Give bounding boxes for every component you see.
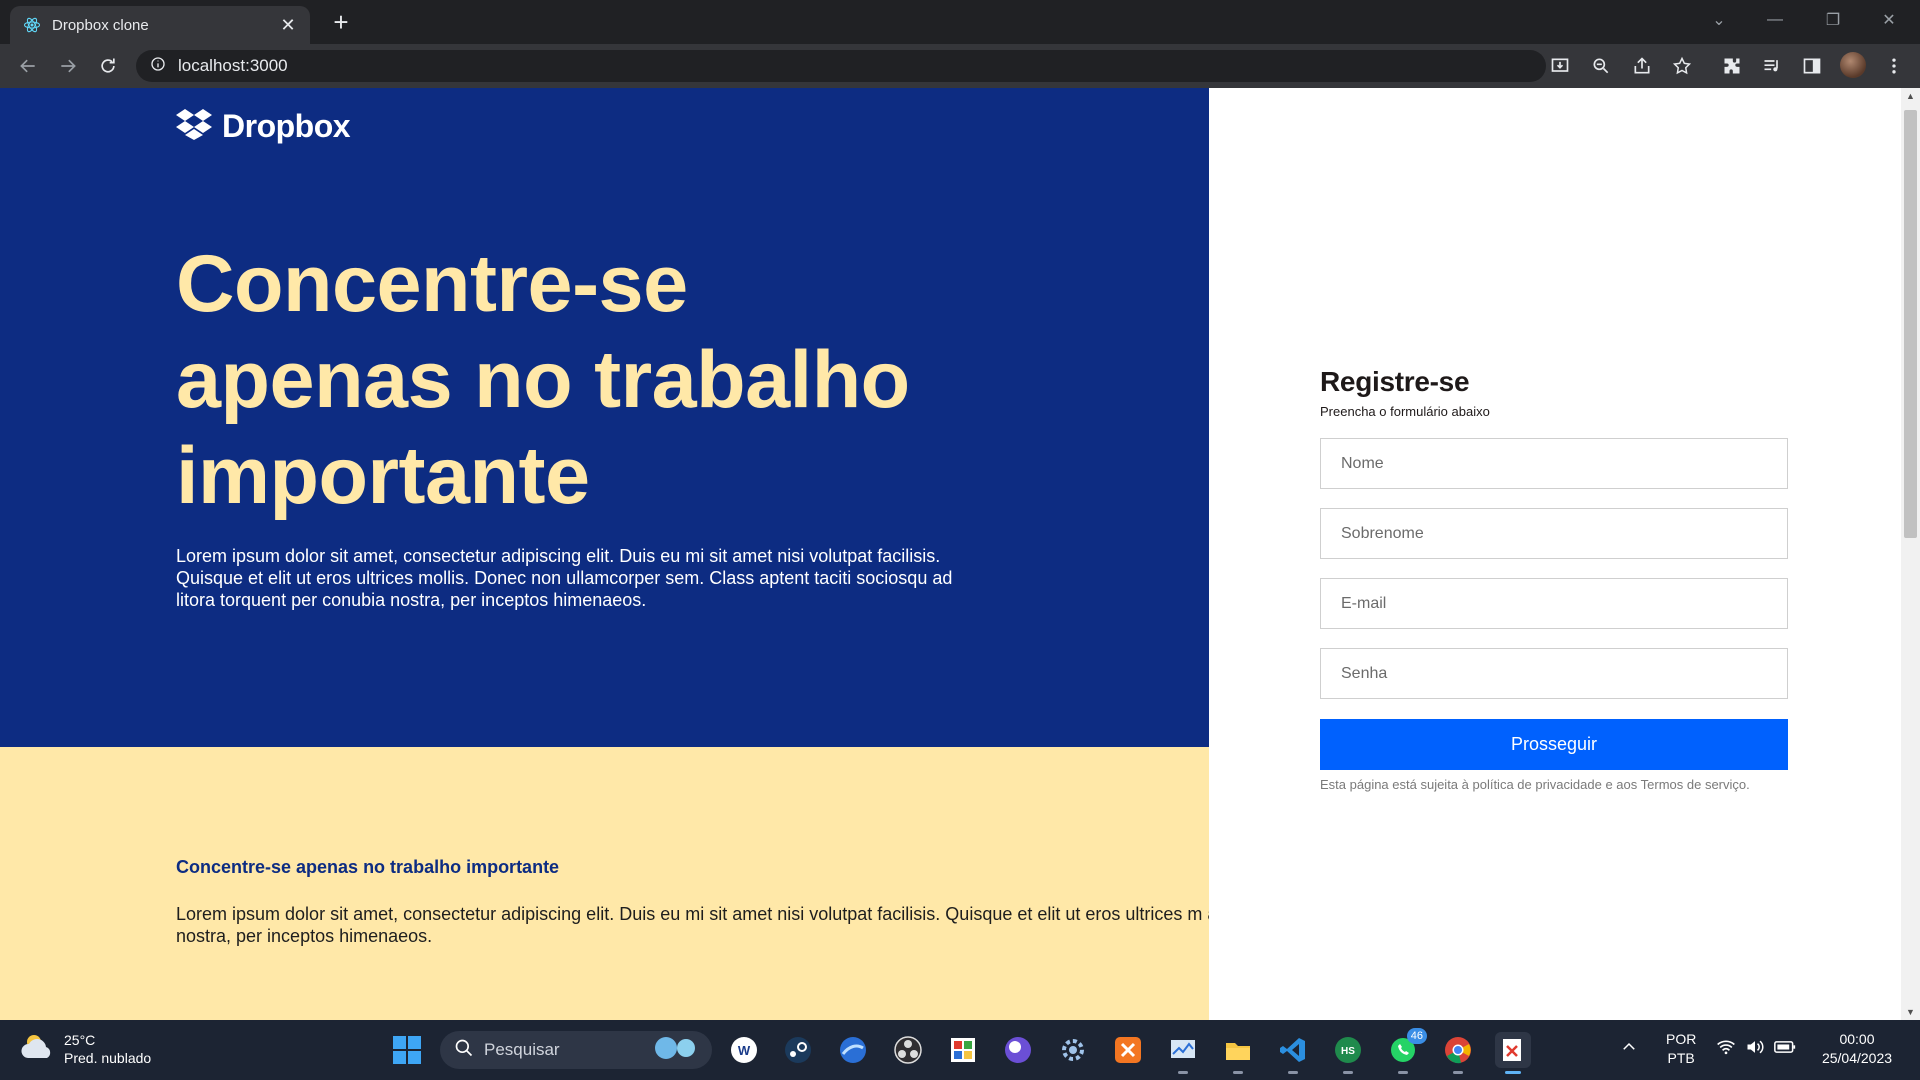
battery-icon[interactable]: [1774, 1038, 1796, 1061]
search-label: Pesquisar: [484, 1040, 560, 1059]
keyboard-layout: PTB: [1667, 1050, 1695, 1066]
close-window-icon[interactable]: ✕: [1866, 0, 1912, 40]
browser-titlebar: Dropbox clone ✕ + ⌄ — ❐ ✕: [0, 0, 1920, 44]
bookmark-star-icon[interactable]: [1668, 52, 1696, 80]
logo-text: Dropbox: [222, 108, 351, 144]
vscode-icon[interactable]: [1275, 1032, 1311, 1074]
monitor-icon[interactable]: [1165, 1032, 1201, 1074]
browser-toolbar: localhost:3000: [0, 44, 1920, 88]
scroll-up-icon[interactable]: ▲: [1901, 88, 1920, 104]
url-text: localhost:3000: [178, 56, 288, 75]
profile-avatar[interactable]: [1840, 52, 1866, 78]
feature-paragraph: Lorem ipsum dolor sit amet, consectetur …: [176, 904, 1209, 946]
browser-icon[interactable]: [835, 1032, 871, 1068]
taskbar-search[interactable]: Pesquisar: [440, 1031, 712, 1069]
feature-title: Concentre-se apenas no trabalho importan…: [176, 857, 560, 877]
page-viewport: Dropbox Concentre-se apenas no trabalho …: [0, 88, 1920, 1020]
zoom-icon[interactable]: [1587, 52, 1615, 80]
active-indicator: [1505, 1071, 1521, 1074]
chrome-icon[interactable]: [1440, 1032, 1476, 1074]
running-indicator: [1233, 1071, 1243, 1074]
running-indicator: [1453, 1071, 1463, 1074]
scrollbar-thumb[interactable]: [1904, 110, 1917, 538]
steam-icon[interactable]: [780, 1032, 816, 1068]
minimize-icon[interactable]: —: [1752, 0, 1798, 40]
search-highlight-icon: [648, 1033, 704, 1068]
dropbox-logo[interactable]: Dropbox: [176, 108, 351, 145]
language-indicator[interactable]: POR PTB: [1666, 1030, 1696, 1068]
chevron-up-icon[interactable]: [1620, 1038, 1638, 1061]
email-input[interactable]: [1320, 578, 1788, 629]
submit-button[interactable]: Prosseguir: [1320, 719, 1788, 770]
tab-title: Dropbox clone: [52, 16, 149, 34]
weather-desc: Pred. nublado: [64, 1049, 152, 1066]
clock-date: 25/04/2023: [1821, 1050, 1893, 1066]
feature-section: Concentre-se apenas no trabalho importan…: [0, 747, 1209, 1020]
hero-headline: Concentre-se apenas no trabalho importan…: [176, 239, 910, 521]
weather-widget[interactable]: 25°C Pred. nublado: [20, 1030, 151, 1067]
paint-icon[interactable]: [945, 1032, 981, 1068]
snipping-icon[interactable]: [1495, 1032, 1531, 1074]
vpn-icon[interactable]: W: [726, 1032, 762, 1068]
tab-search-icon[interactable]: ⌄: [1696, 0, 1742, 40]
first-name-input[interactable]: [1320, 438, 1788, 489]
volume-icon[interactable]: [1745, 1038, 1765, 1061]
hs-icon[interactable]: HS: [1330, 1032, 1366, 1074]
search-icon: [454, 1038, 474, 1063]
form-subtitle: Preencha o formulário abaixo: [1320, 404, 1490, 419]
weather-temp: 25°C: [64, 1031, 96, 1048]
svg-text:W: W: [738, 1043, 751, 1058]
obs-icon[interactable]: [890, 1032, 926, 1068]
form-title: Registre-se: [1320, 366, 1470, 397]
wifi-icon[interactable]: [1716, 1038, 1736, 1061]
orb-icon[interactable]: [1000, 1032, 1036, 1068]
cloudy-weather-icon: [20, 1030, 56, 1067]
hero-paragraph: Lorem ipsum dolor sit amet, consectetur …: [176, 546, 953, 610]
media-control-icon[interactable]: [1758, 52, 1786, 80]
extensions-icon[interactable]: [1718, 52, 1746, 80]
back-icon[interactable]: [14, 52, 42, 80]
browser-tab[interactable]: Dropbox clone ✕: [10, 6, 310, 44]
windows-start-icon[interactable]: [389, 1032, 425, 1068]
install-icon[interactable]: [1546, 52, 1574, 80]
reload-icon[interactable]: [94, 52, 122, 80]
new-tab-icon[interactable]: +: [326, 8, 356, 38]
hero-section: Dropbox Concentre-se apenas no trabalho …: [0, 88, 1209, 747]
running-indicator: [1288, 1071, 1298, 1074]
xampp-icon[interactable]: [1110, 1032, 1146, 1068]
menu-kebab-icon[interactable]: [1880, 52, 1908, 80]
side-panel-icon[interactable]: [1798, 52, 1826, 80]
last-name-input[interactable]: [1320, 508, 1788, 559]
address-bar[interactable]: localhost:3000: [136, 50, 1546, 82]
share-icon[interactable]: [1628, 52, 1656, 80]
running-indicator: [1398, 1071, 1408, 1074]
register-form: Registre-se Preencha o formulário abaixo…: [1320, 366, 1788, 794]
gear-app-icon[interactable]: [1055, 1032, 1091, 1068]
svg-text:HS: HS: [1341, 1046, 1355, 1057]
page-scrollbar[interactable]: ▲ ▼: [1901, 88, 1920, 1020]
register-panel: Registre-se Preencha o formulário abaixo…: [1209, 88, 1901, 1020]
language-code: POR: [1666, 1031, 1697, 1047]
file-explorer-icon[interactable]: [1220, 1032, 1256, 1074]
clock-time: 00:00: [1839, 1031, 1875, 1047]
whatsapp-icon[interactable]: 46: [1385, 1028, 1427, 1074]
running-indicator: [1343, 1071, 1353, 1074]
windows-taskbar: 25°C Pred. nublado Pesquisar W HS 46 POR…: [0, 1020, 1920, 1080]
whatsapp-badge: 46: [1406, 1028, 1427, 1044]
react-icon: [22, 15, 42, 35]
clock[interactable]: 00:00 25/04/2023: [1816, 1030, 1898, 1068]
running-indicator: [1178, 1071, 1188, 1074]
dropbox-icon: [176, 108, 212, 145]
scroll-down-icon[interactable]: ▼: [1901, 1004, 1920, 1020]
forward-icon[interactable]: [54, 52, 82, 80]
terms-text: Esta página está sujeita à política de p…: [1320, 777, 1750, 792]
password-input[interactable]: [1320, 648, 1788, 699]
restore-icon[interactable]: ❐: [1810, 0, 1856, 40]
tab-close-icon[interactable]: ✕: [278, 15, 298, 36]
site-info-icon[interactable]: [150, 56, 166, 77]
